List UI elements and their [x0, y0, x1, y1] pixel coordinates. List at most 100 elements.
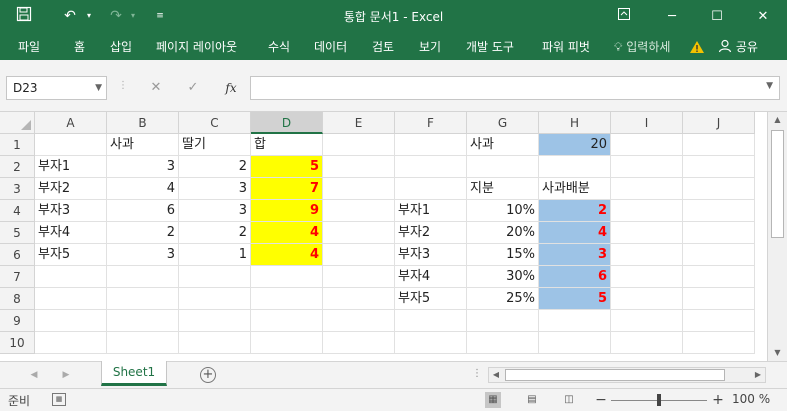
- cell-f7[interactable]: 부자4: [395, 266, 467, 288]
- cell-h4[interactable]: 2: [539, 200, 611, 222]
- zoom-in-icon[interactable]: +: [711, 391, 725, 409]
- cell-i9[interactable]: [611, 310, 683, 332]
- cell-a4[interactable]: 부자3: [35, 200, 107, 222]
- cell-i7[interactable]: [611, 266, 683, 288]
- cell-a2[interactable]: 부자1: [35, 156, 107, 178]
- cell-j7[interactable]: [683, 266, 755, 288]
- cell-c7[interactable]: [179, 266, 251, 288]
- cell-b10[interactable]: [107, 332, 179, 354]
- cell-d10[interactable]: [251, 332, 323, 354]
- cell-i5[interactable]: [611, 222, 683, 244]
- cell-g4[interactable]: 10%: [467, 200, 539, 222]
- redo-icon[interactable]: ↷: [106, 6, 126, 26]
- cell-c4[interactable]: 3: [179, 200, 251, 222]
- cell-i6[interactable]: [611, 244, 683, 266]
- name-box[interactable]: D23 ▼: [6, 76, 107, 100]
- cell-h3[interactable]: 사과배분: [539, 178, 611, 200]
- cell-j8[interactable]: [683, 288, 755, 310]
- cell-i2[interactable]: [611, 156, 683, 178]
- undo-icon[interactable]: ↶: [60, 6, 80, 26]
- cell-j4[interactable]: [683, 200, 755, 222]
- column-header-b[interactable]: B: [107, 112, 179, 134]
- next-sheet-icon[interactable]: ▶: [58, 368, 74, 382]
- cell-j10[interactable]: [683, 332, 755, 354]
- tab-splitter-icon[interactable]: ⋮: [472, 368, 482, 379]
- cell-i1[interactable]: [611, 134, 683, 156]
- cell-d8[interactable]: [251, 288, 323, 310]
- cell-a5[interactable]: 부자4: [35, 222, 107, 244]
- prev-sheet-icon[interactable]: ◀: [26, 368, 42, 382]
- tab-home[interactable]: 홈: [74, 37, 85, 57]
- cell-j6[interactable]: [683, 244, 755, 266]
- tab-data[interactable]: 데이터: [314, 37, 347, 57]
- cell-c5[interactable]: 2: [179, 222, 251, 244]
- row-header-8[interactable]: 8: [0, 288, 35, 310]
- tab-formulas[interactable]: 수식: [268, 37, 290, 57]
- cell-g10[interactable]: [467, 332, 539, 354]
- column-header-i[interactable]: I: [611, 112, 683, 134]
- cell-c3[interactable]: 3: [179, 178, 251, 200]
- cell-b6[interactable]: 3: [107, 244, 179, 266]
- cell-b4[interactable]: 6: [107, 200, 179, 222]
- maximize-icon[interactable]: ☐: [694, 0, 740, 33]
- cell-a7[interactable]: [35, 266, 107, 288]
- cell-i10[interactable]: [611, 332, 683, 354]
- cell-b3[interactable]: 4: [107, 178, 179, 200]
- cell-a10[interactable]: [35, 332, 107, 354]
- formula-input[interactable]: ▼: [250, 76, 780, 100]
- cell-g5[interactable]: 20%: [467, 222, 539, 244]
- cell-a9[interactable]: [35, 310, 107, 332]
- cell-f4[interactable]: 부자1: [395, 200, 467, 222]
- scroll-right-icon[interactable]: ▶: [751, 368, 765, 382]
- column-header-f[interactable]: F: [395, 112, 467, 134]
- cell-h2[interactable]: [539, 156, 611, 178]
- column-header-a[interactable]: A: [35, 112, 107, 134]
- cell-b5[interactable]: 2: [107, 222, 179, 244]
- cell-e1[interactable]: [323, 134, 395, 156]
- cell-b2[interactable]: 3: [107, 156, 179, 178]
- row-header-9[interactable]: 9: [0, 310, 35, 332]
- cell-e6[interactable]: [323, 244, 395, 266]
- cell-e3[interactable]: [323, 178, 395, 200]
- minimize-icon[interactable]: ─: [649, 0, 695, 33]
- tab-insert[interactable]: 삽입: [110, 37, 132, 57]
- redo-dropdown-icon[interactable]: ▾: [128, 6, 138, 26]
- row-header-5[interactable]: 5: [0, 222, 35, 244]
- sheet-tab[interactable]: Sheet1: [101, 361, 167, 386]
- cell-j1[interactable]: [683, 134, 755, 156]
- scroll-thumb[interactable]: [771, 130, 784, 238]
- cell-c6[interactable]: 1: [179, 244, 251, 266]
- cell-c10[interactable]: [179, 332, 251, 354]
- cell-f2[interactable]: [395, 156, 467, 178]
- customize-icon[interactable]: ≡: [152, 6, 168, 26]
- cell-c9[interactable]: [179, 310, 251, 332]
- expand-formula-icon[interactable]: ▼: [766, 81, 773, 91]
- cell-h10[interactable]: [539, 332, 611, 354]
- cell-f3[interactable]: [395, 178, 467, 200]
- cell-b1[interactable]: 사과: [107, 134, 179, 156]
- column-header-g[interactable]: G: [467, 112, 539, 134]
- column-header-e[interactable]: E: [323, 112, 395, 134]
- save-icon[interactable]: [14, 6, 34, 26]
- cancel-icon[interactable]: ✕: [145, 78, 167, 98]
- row-header-10[interactable]: 10: [0, 332, 35, 354]
- cell-a8[interactable]: [35, 288, 107, 310]
- cell-h8[interactable]: 5: [539, 288, 611, 310]
- share-button[interactable]: 공유: [718, 36, 782, 58]
- splitter-icon[interactable]: ⋮: [118, 80, 128, 91]
- enter-icon[interactable]: ✓: [182, 78, 204, 98]
- tab-view[interactable]: 보기: [419, 37, 441, 57]
- page-break-view-icon[interactable]: ◫: [561, 392, 577, 408]
- cell-e10[interactable]: [323, 332, 395, 354]
- cell-g7[interactable]: 30%: [467, 266, 539, 288]
- cell-c8[interactable]: [179, 288, 251, 310]
- cell-i4[interactable]: [611, 200, 683, 222]
- tab-review[interactable]: 검토: [372, 37, 394, 57]
- cell-d4[interactable]: 9: [251, 200, 323, 222]
- cell-b7[interactable]: [107, 266, 179, 288]
- cell-d3[interactable]: 7: [251, 178, 323, 200]
- cell-d6[interactable]: 4: [251, 244, 323, 266]
- insert-function-icon[interactable]: fx: [220, 78, 242, 98]
- cell-b8[interactable]: [107, 288, 179, 310]
- cell-g8[interactable]: 25%: [467, 288, 539, 310]
